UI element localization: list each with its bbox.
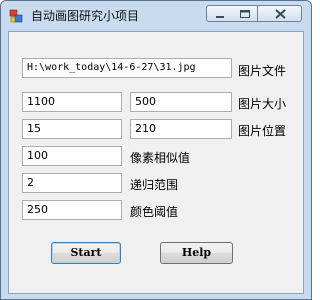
app-window: 自动画图研究小项目 H:\work_today\14-6-27\31.jpg 图… (0, 0, 312, 300)
help-button[interactable]: Help (160, 242, 233, 264)
window-title: 自动画图研究小项目 (31, 9, 140, 23)
image-height-input[interactable]: 500 (130, 92, 232, 112)
minimize-button[interactable] (206, 5, 233, 22)
file-path-input[interactable]: H:\work_today\14-6-27\31.jpg (22, 58, 232, 78)
title-bar[interactable]: 自动画图研究小项目 (1, 1, 311, 29)
maximize-icon (240, 10, 250, 18)
close-button[interactable] (257, 5, 302, 22)
file-path-label: 图片文件 (238, 64, 287, 78)
color-threshold-label: 颜色阈值 (130, 205, 179, 219)
image-x-input[interactable]: 15 (22, 119, 122, 139)
maximize-button[interactable] (232, 5, 258, 22)
minimize-icon (216, 16, 224, 18)
app-icon (9, 8, 23, 23)
close-icon (275, 9, 286, 19)
image-position-label: 图片位置 (238, 124, 287, 138)
recursion-range-label: 递归范围 (130, 178, 179, 192)
image-y-input[interactable]: 210 (130, 119, 232, 139)
pixel-similarity-label: 像素相似值 (130, 151, 191, 165)
form-panel: H:\work_today\14-6-27\31.jpg 图片文件 1100 5… (8, 31, 304, 294)
pixel-similarity-input[interactable]: 100 (22, 146, 122, 166)
color-threshold-input[interactable]: 250 (22, 200, 122, 220)
recursion-range-input[interactable]: 2 (22, 173, 122, 193)
image-width-input[interactable]: 1100 (22, 92, 122, 112)
image-size-label: 图片大小 (238, 97, 287, 111)
start-button[interactable]: Start (51, 242, 121, 264)
